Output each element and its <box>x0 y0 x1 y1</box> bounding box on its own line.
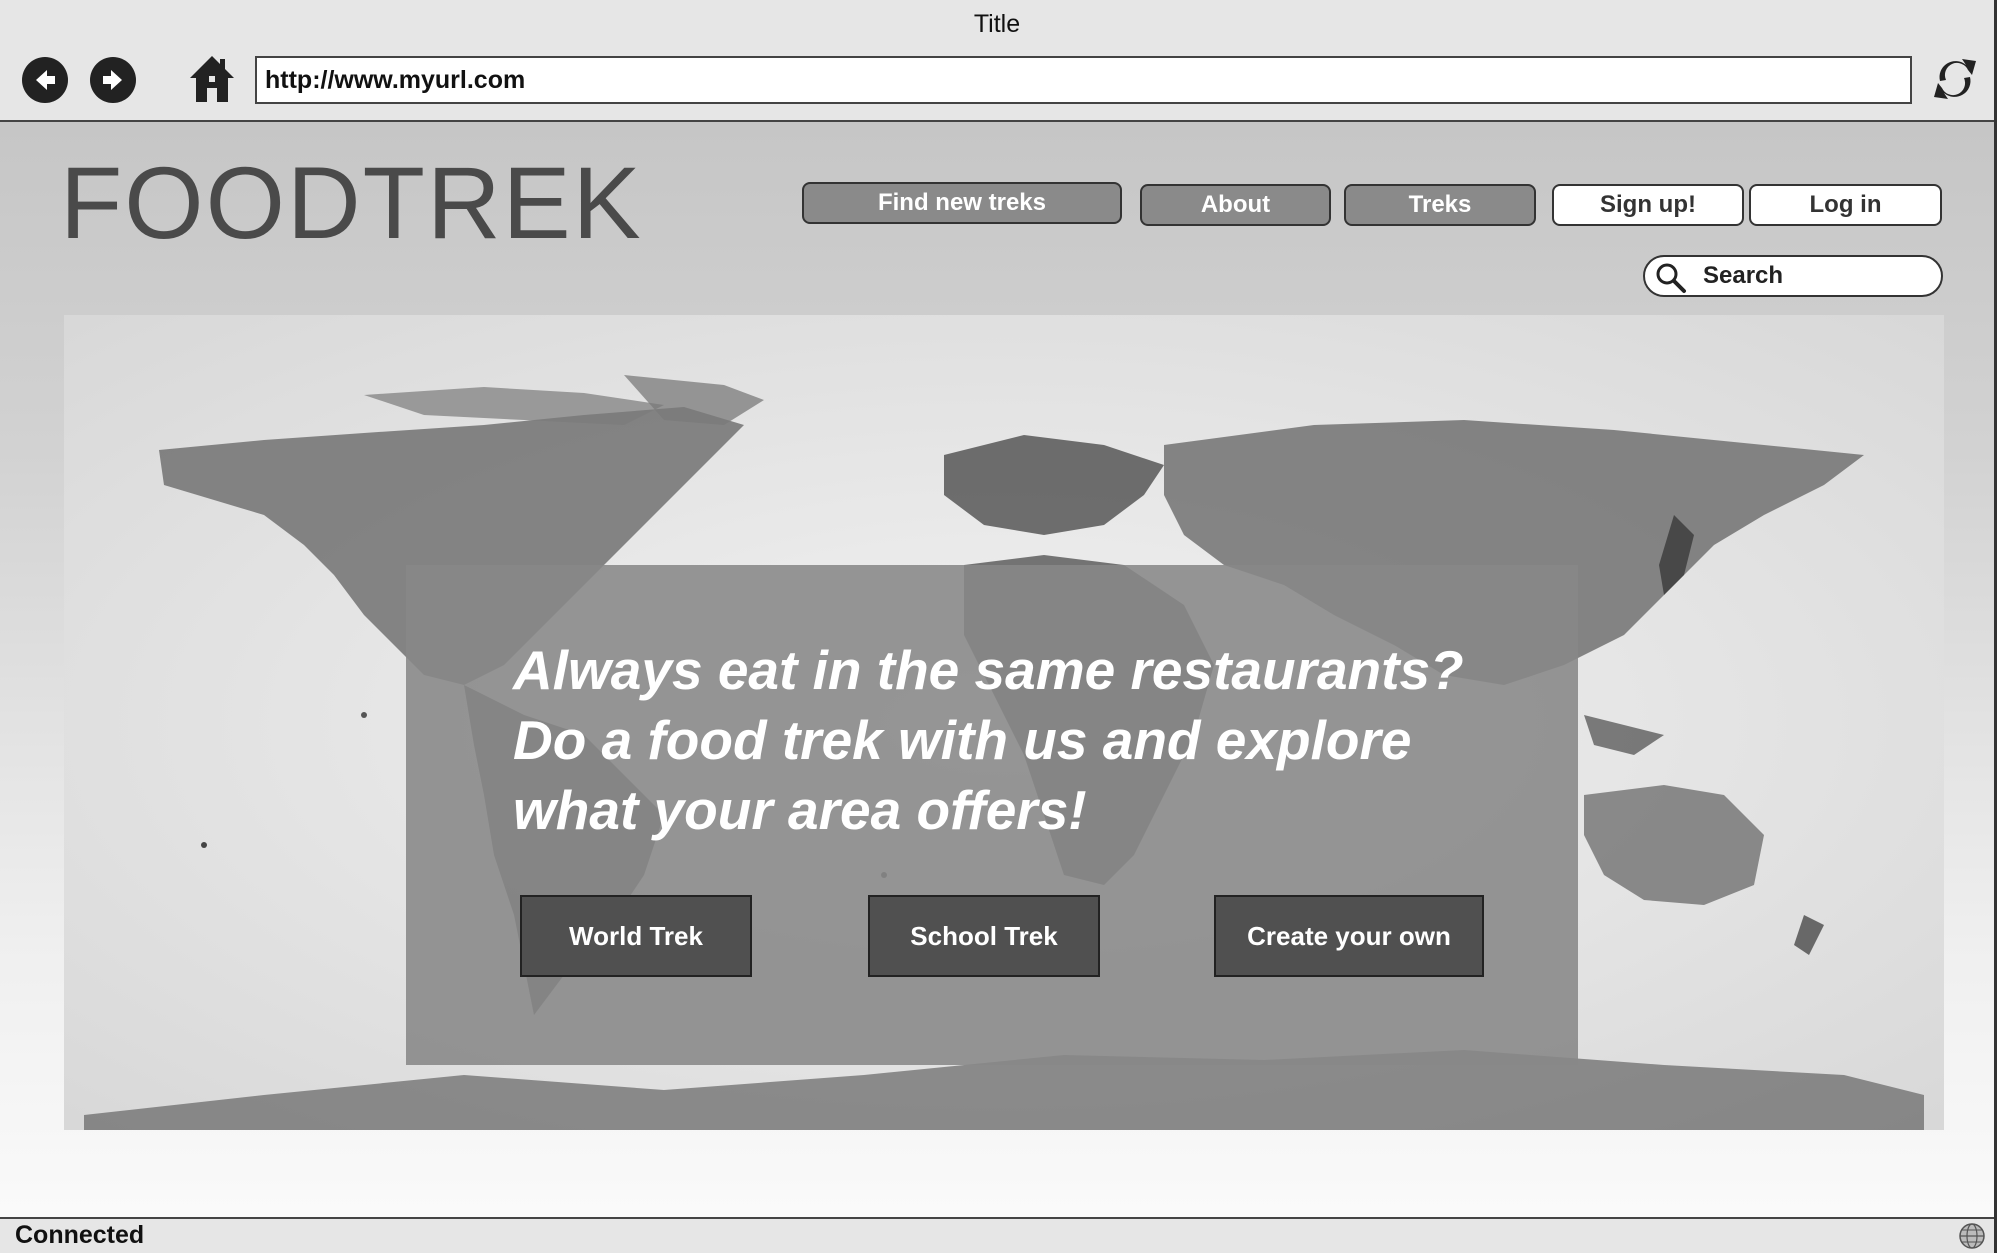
url-input[interactable]: http://www.myurl.com <box>255 56 1912 104</box>
create-your-own-button[interactable]: Create your own <box>1214 895 1484 977</box>
globe-icon <box>1959 1223 1985 1249</box>
arrow-left-icon <box>36 70 55 90</box>
hero-tagline: Always eat in the same restaurants? Do a… <box>513 635 1553 845</box>
browser-window: Title http://www.myurl.com FOODTREK Find… <box>0 0 1997 1253</box>
arrow-right-icon <box>103 70 122 90</box>
web-page: FOODTREK Find new treks About Treks Sign… <box>0 122 1994 1217</box>
site-logo[interactable]: FOODTREK <box>60 152 643 254</box>
signup-button[interactable]: Sign up! <box>1552 184 1744 226</box>
school-trek-button[interactable]: School Trek <box>868 895 1100 977</box>
window-title: Title <box>973 10 1021 38</box>
tagline-line-2: Do a food trek with us and explore <box>513 709 1412 771</box>
status-bar: Connected <box>0 1217 1994 1253</box>
forward-button[interactable] <box>90 57 136 103</box>
status-text: Connected <box>15 1221 145 1249</box>
nav-find-new-treks[interactable]: Find new treks <box>802 182 1122 224</box>
search-placeholder: Search <box>1703 262 1784 289</box>
world-trek-button[interactable]: World Trek <box>520 895 752 977</box>
refresh-icon[interactable] <box>1930 53 1980 105</box>
browser-toolbar: Title http://www.myurl.com <box>0 0 1994 122</box>
tagline-line-1: Always eat in the same restaurants? <box>513 639 1464 701</box>
search-icon <box>1656 263 1686 293</box>
login-button[interactable]: Log in <box>1749 184 1942 226</box>
search-input[interactable]: Search <box>1643 255 1943 297</box>
home-icon[interactable] <box>188 54 236 104</box>
hero-overlay: Always eat in the same restaurants? Do a… <box>406 565 1578 1065</box>
tagline-line-3: what your area offers! <box>513 779 1087 841</box>
nav-treks[interactable]: Treks <box>1344 184 1536 226</box>
back-button[interactable] <box>22 57 68 103</box>
nav-about[interactable]: About <box>1140 184 1331 226</box>
